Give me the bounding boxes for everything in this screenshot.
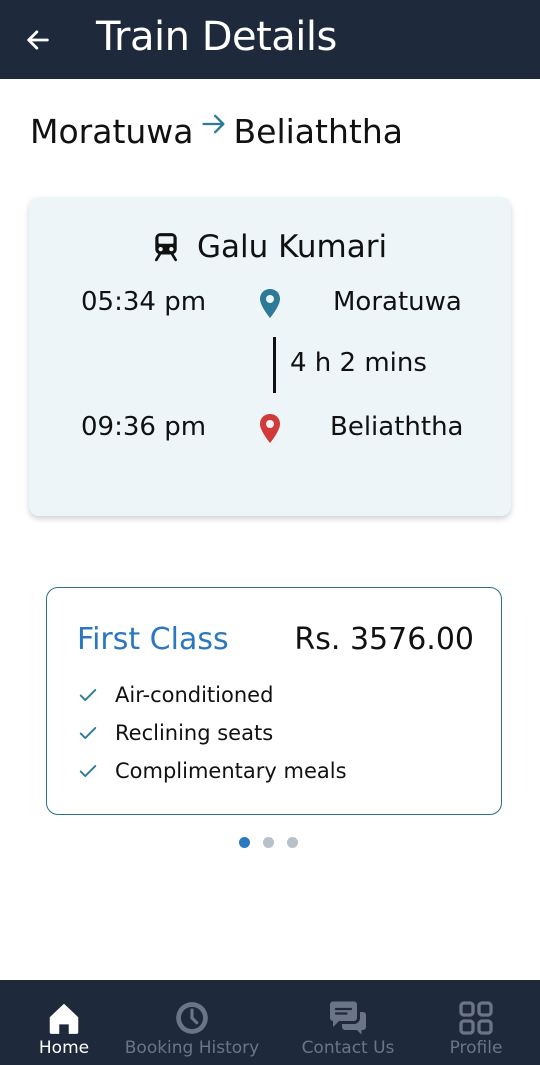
nav-label-contact-us: Contact Us: [301, 1038, 395, 1058]
route-origin: Moratuwa: [30, 112, 194, 151]
feature-item: Complimentary meals: [77, 752, 347, 790]
clock-icon: [173, 998, 211, 1038]
nav-label-home: Home: [38, 1038, 90, 1058]
train-name-row: Galu Kumari: [29, 229, 511, 265]
duration-line: [273, 337, 276, 393]
feature-label: Reclining seats: [115, 721, 274, 745]
arrival-station: Beliaththa: [330, 412, 464, 442]
departure-station: Moratuwa: [333, 287, 462, 317]
arrow-right-icon: [200, 110, 228, 138]
train-card: Galu Kumari 05:34 pm Moratuwa 4 h 2 mins…: [29, 197, 511, 516]
nav-item-contact-us[interactable]: Contact Us: [300, 980, 396, 1065]
carousel-dot[interactable]: [263, 837, 274, 848]
page-title: Train Details: [96, 14, 337, 60]
nav-item-profile[interactable]: Profile: [444, 980, 508, 1065]
arrow-left-icon: [27, 30, 49, 50]
feature-item: Air-conditioned: [77, 676, 347, 714]
app-header: Train Details: [0, 0, 540, 79]
trip-duration: 4 h 2 mins: [290, 348, 427, 378]
ticket-class-card[interactable]: First Class Rs. 3576.00 Air-conditioned …: [46, 587, 502, 815]
departure-time: 05:34 pm: [81, 287, 207, 317]
train-icon: [154, 233, 177, 262]
nav-label-profile: Profile: [449, 1038, 503, 1058]
check-icon: [77, 760, 99, 782]
chat-icon: [327, 998, 369, 1038]
bottom-navigation: Home Booking History Contact Us Profile: [0, 980, 540, 1065]
route-destination: Beliaththa: [233, 112, 403, 151]
route-summary: Moratuwa Beliaththa: [30, 112, 403, 151]
grid-icon: [458, 998, 494, 1038]
check-icon: [77, 722, 99, 744]
feature-label: Complimentary meals: [115, 759, 347, 783]
arrival-time: 09:36 pm: [81, 412, 207, 442]
nav-label-booking-history: Booking History: [124, 1038, 260, 1058]
location-pin-icon: [260, 414, 280, 443]
feature-item: Reclining seats: [77, 714, 347, 752]
feature-label: Air-conditioned: [115, 683, 274, 707]
nav-item-home[interactable]: Home: [28, 980, 100, 1065]
nav-item-booking-history[interactable]: Booking History: [122, 980, 262, 1065]
home-icon: [45, 998, 83, 1038]
carousel-dot[interactable]: [239, 837, 250, 848]
check-icon: [77, 684, 99, 706]
carousel-dot[interactable]: [287, 837, 298, 848]
class-price: Rs. 3576.00: [294, 622, 474, 657]
class-name: First Class: [77, 622, 229, 657]
back-button[interactable]: [18, 20, 58, 60]
feature-list: Air-conditioned Reclining seats Complime…: [77, 676, 347, 790]
carousel-indicator: [239, 837, 298, 848]
location-pin-icon: [260, 289, 280, 318]
train-name: Galu Kumari: [196, 229, 388, 265]
